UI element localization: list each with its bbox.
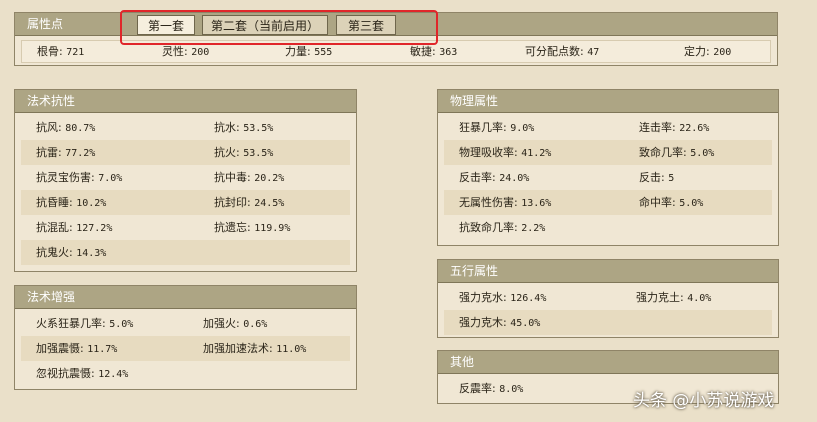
watermark: 头条 @小苏说游戏 — [633, 391, 775, 411]
table-row: 加强震慑: 11.7% 加强加速法术: 11.0% — [21, 336, 350, 361]
table-row: 无属性伤害: 13.6% 命中率: 5.0% — [444, 190, 772, 215]
table-row: 抗雷: 77.2% 抗火: 53.5% — [21, 140, 350, 165]
physical-title: 物理属性 — [438, 90, 778, 113]
stat-item: 抗雷: 77.2% — [36, 146, 96, 159]
stat-item: 忽视抗震慑: 12.4% — [36, 367, 129, 380]
stat-item: 抗封印: 24.5% — [214, 196, 285, 209]
stat-item: 抗风: 80.7% — [36, 121, 96, 134]
stat-gengu: 根骨: 721 — [37, 45, 85, 58]
stat-item: 反震率: 8.0% — [459, 382, 524, 395]
stat-item: 物理吸收率: 41.2% — [459, 146, 552, 159]
spell-enhance-title: 法术增强 — [15, 286, 356, 309]
table-row: 抗风: 80.7% 抗水: 53.5% — [21, 115, 350, 140]
stat-item: 抗水: 53.5% — [214, 121, 274, 134]
stat-item: 强力克木: 45.0% — [459, 316, 541, 329]
physical-body: 狂暴几率: 9.0% 连击率: 22.6% 物理吸收率: 41.2% 致命几率:… — [444, 115, 772, 242]
stat-item: 抗昏睡: 10.2% — [36, 196, 107, 209]
stat-item: 命中率: 5.0% — [639, 196, 704, 209]
spell-resistance-title: 法术抗性 — [15, 90, 356, 113]
table-row: 物理吸收率: 41.2% 致命几率: 5.0% — [444, 140, 772, 165]
table-row: 抗鬼火: 14.3% — [21, 240, 350, 265]
stat-item: 加强震慑: 11.7% — [36, 342, 118, 355]
spell-resistance-body: 抗风: 80.7% 抗水: 53.5% 抗雷: 77.2% 抗火: 53.5% … — [21, 115, 350, 267]
stat-item: 抗混乱: 127.2% — [36, 221, 113, 234]
five-elements-panel: 五行属性 强力克水: 126.4% 强力克土: 4.0% 强力克木: 45.0% — [437, 259, 779, 338]
stat-item: 无属性伤害: 13.6% — [459, 196, 552, 209]
stat-item: 强力克土: 4.0% — [636, 291, 712, 304]
stat-item: 加强火: 0.6% — [203, 317, 268, 330]
tab-highlight-box — [120, 10, 438, 45]
stat-item: 抗遗忘: 119.9% — [214, 221, 291, 234]
table-row: 狂暴几率: 9.0% 连击率: 22.6% — [444, 115, 772, 140]
spell-enhance-panel: 法术增强 火系狂暴几率: 5.0% 加强火: 0.6% 加强震慑: 11.7% … — [14, 285, 357, 390]
table-row: 火系狂暴几率: 5.0% 加强火: 0.6% — [21, 311, 350, 336]
table-row: 忽视抗震慑: 12.4% — [21, 361, 350, 386]
spell-resistance-panel: 法术抗性 抗风: 80.7% 抗水: 53.5% 抗雷: 77.2% 抗火: 5… — [14, 89, 357, 272]
stat-item: 连击率: 22.6% — [639, 121, 710, 134]
stat-item: 加强加速法术: 11.0% — [203, 342, 307, 355]
stat-free-points: 可分配点数: 47 — [525, 45, 600, 58]
stat-item: 强力克水: 126.4% — [459, 291, 547, 304]
table-row: 强力克水: 126.4% 强力克土: 4.0% — [444, 285, 772, 310]
stat-item: 狂暴几率: 9.0% — [459, 121, 535, 134]
table-row: 抗昏睡: 10.2% 抗封印: 24.5% — [21, 190, 350, 215]
table-row: 反击率: 24.0% 反击: 5 — [444, 165, 772, 190]
stat-dingli: 定力: 200 — [684, 45, 732, 58]
stat-item: 抗鬼火: 14.3% — [36, 246, 107, 259]
table-row: 抗致命几率: 2.2% — [444, 215, 772, 240]
table-row: 抗灵宝伤害: 7.0% 抗中毒: 20.2% — [21, 165, 350, 190]
five-elements-title: 五行属性 — [438, 260, 778, 283]
table-row: 抗混乱: 127.2% 抗遗忘: 119.9% — [21, 215, 350, 240]
physical-panel: 物理属性 狂暴几率: 9.0% 连击率: 22.6% 物理吸收率: 41.2% … — [437, 89, 779, 246]
table-row: 强力克木: 45.0% — [444, 310, 772, 335]
stat-item: 抗致命几率: 2.2% — [459, 221, 546, 234]
stat-item: 抗火: 53.5% — [214, 146, 274, 159]
stat-item: 反击: 5 — [639, 171, 675, 184]
other-title: 其他 — [438, 351, 778, 374]
stat-item: 致命几率: 5.0% — [639, 146, 715, 159]
spell-enhance-body: 火系狂暴几率: 5.0% 加强火: 0.6% 加强震慑: 11.7% 加强加速法… — [21, 311, 350, 387]
stat-item: 反击率: 24.0% — [459, 171, 530, 184]
stat-item: 火系狂暴几率: 5.0% — [36, 317, 134, 330]
stat-item: 抗灵宝伤害: 7.0% — [36, 171, 123, 184]
stat-item: 抗中毒: 20.2% — [214, 171, 285, 184]
five-elements-body: 强力克水: 126.4% 强力克土: 4.0% 强力克木: 45.0% — [444, 285, 772, 335]
